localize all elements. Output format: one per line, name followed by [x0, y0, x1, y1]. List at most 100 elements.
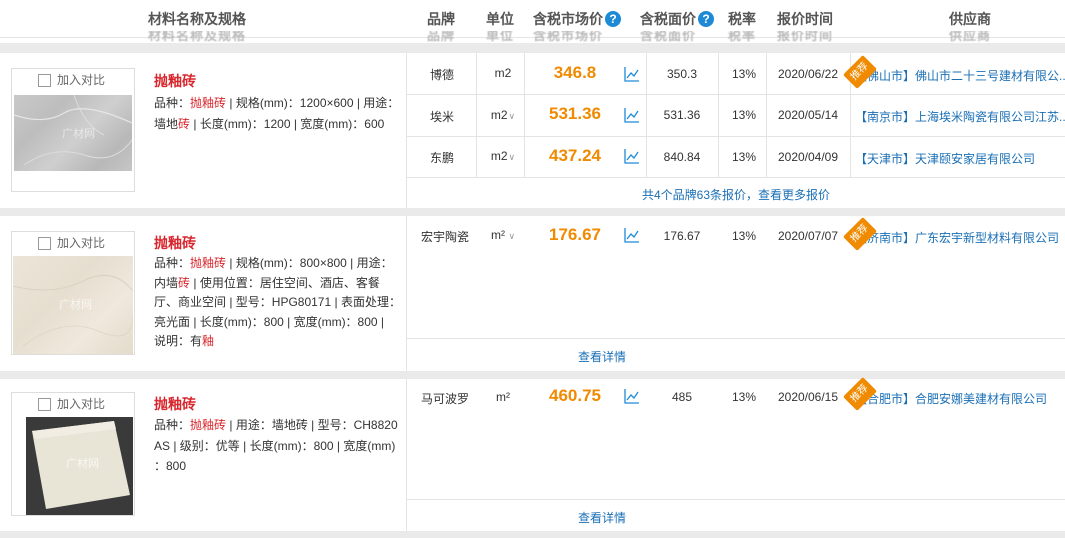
compare-label: 加入对比: [57, 236, 106, 250]
tax-rate: 13%: [731, 229, 757, 243]
compare-checkbox[interactable]: 加入对比: [12, 69, 134, 91]
supplier-link[interactable]: 【佛山市】佛山市二十三号建材有限公...: [855, 67, 1065, 84]
product-desc: 品种：抛釉砖 | 规格(mm)：800×800 | 用途： 内墙砖 | 使用位置…: [154, 256, 401, 349]
market-price: 176.67: [549, 225, 601, 244]
col-divider: [524, 53, 525, 177]
col-divider: [476, 53, 477, 177]
row-line: [407, 338, 1065, 339]
quote-row: 博德 m2 346.8 350.3 13% 2020/06/22 【佛山市】佛山…: [407, 53, 1065, 94]
product-row: 加入对比 广材网 抛釉砖 品种：抛釉砖 | 规格(mm)：800×800 | 用…: [0, 216, 1065, 371]
market-price: 346.8: [553, 63, 597, 82]
unit[interactable]: m2∨: [485, 149, 521, 163]
row-line: [407, 177, 1065, 178]
product-thumb[interactable]: 加入对比 广材网: [11, 392, 135, 516]
unit: m²: [496, 390, 510, 404]
trend-chart-icon[interactable]: [624, 148, 640, 164]
tax-rate: 13%: [731, 67, 757, 81]
quote-date: 2020/07/07: [777, 229, 839, 243]
col-divider: [646, 53, 647, 177]
quote-date: 2020/04/09: [777, 150, 839, 164]
watermark: 广材网: [66, 458, 99, 470]
product-thumb[interactable]: 加入对比 广材网: [11, 231, 135, 355]
compare-checkbox[interactable]: 加入对比: [12, 232, 134, 254]
view-details-link[interactable]: 查看详情: [407, 509, 797, 526]
brand[interactable]: 东鹏: [407, 149, 477, 166]
more-quotes-link[interactable]: 共4个品牌63条报价，查看更多报价: [407, 186, 1065, 203]
row-separator: [0, 531, 1065, 538]
product-thumb[interactable]: 加入对比 广材网: [11, 68, 135, 192]
sticky-header-shadow: 材料名称及规格 品牌 单位 含税市场价 含税面价 税率 报价时间 供应商: [0, 31, 1065, 43]
col-divider: [718, 53, 719, 177]
supplier-link[interactable]: 【济南市】广东宏宇新型材料有限公司: [855, 229, 1065, 246]
help-icon[interactable]: ?: [698, 10, 714, 27]
trend-chart-icon[interactable]: [624, 66, 640, 82]
quote-row: 马可波罗 m² 460.75 485 13% 2020/06/15 【合肥市】合…: [407, 379, 1065, 419]
product-title[interactable]: 抛釉砖: [154, 394, 196, 414]
ghost-time: 报价时间: [777, 31, 834, 43]
supplier-link[interactable]: 【天津市】天津颐安家居有限公司: [855, 150, 1065, 167]
quote-row: 埃米 m2∨ 531.36 531.36 13% 2020/05/14 【南京市…: [407, 95, 1065, 136]
face-price: 485: [671, 390, 693, 404]
ghost-face: 含税面价: [640, 31, 697, 43]
brand[interactable]: 埃米: [407, 108, 477, 125]
chevron-down-icon: ∨: [508, 111, 516, 121]
row-line: [407, 499, 1065, 500]
chevron-down-icon: ∨: [508, 152, 516, 162]
row-separator: [0, 208, 1065, 216]
checkbox-icon[interactable]: [38, 398, 51, 411]
market-price: 460.75: [549, 386, 601, 405]
trend-chart-icon[interactable]: [624, 388, 640, 404]
tax-rate: 13%: [731, 108, 757, 122]
product-row: 加入对比 广材网 抛釉砖 品种：抛釉砖 | 用途：墙地砖 | 型号：CH8820…: [0, 379, 1065, 531]
quote-date: 2020/06/15: [777, 390, 839, 404]
chevron-down-icon: ∨: [505, 231, 516, 241]
market-price: 531.36: [549, 104, 601, 123]
quote-date: 2020/05/14: [777, 108, 839, 122]
face-price: 350.3: [666, 67, 698, 81]
product-desc: 品种：抛釉砖 | 用途：墙地砖 | 型号：CH8820 AS | 级别：优等 |…: [154, 418, 398, 473]
supplier-link[interactable]: 【合肥市】合肥安娜美建材有限公司: [855, 390, 1065, 407]
face-price: 840.84: [663, 150, 701, 164]
product-image[interactable]: 广材网: [14, 95, 132, 171]
product-title[interactable]: 抛釉砖: [154, 71, 196, 91]
product-image[interactable]: 广材网: [26, 417, 133, 515]
row-separator: [0, 43, 1065, 53]
help-icon[interactable]: ?: [605, 10, 621, 27]
unit: m2: [494, 66, 512, 80]
product-desc: 品种：抛釉砖 | 规格(mm)：1200×600 | 用途： 墙地砖 | 长度(…: [154, 96, 400, 131]
unit[interactable]: m2∨: [485, 108, 521, 122]
watermark: 广材网: [62, 128, 95, 140]
brand[interactable]: 博德: [407, 66, 477, 83]
view-details-link[interactable]: 查看详情: [407, 348, 797, 365]
quote-date: 2020/06/22: [777, 67, 839, 81]
unit[interactable]: m² ∨: [485, 228, 521, 242]
product-title[interactable]: 抛釉砖: [154, 233, 196, 253]
col-divider: [766, 53, 767, 177]
compare-checkbox[interactable]: 加入对比: [12, 393, 134, 415]
brand[interactable]: 宏宇陶瓷: [407, 228, 483, 245]
ghost-unit: 单位: [486, 31, 515, 43]
ghost-tax: 税率: [728, 31, 757, 43]
product-image[interactable]: 广材网: [13, 256, 133, 354]
tax-rate: 13%: [731, 390, 757, 404]
ghost-market: 含税市场价: [533, 31, 604, 43]
product-row: 加入对比 广材网 抛釉砖 品种：抛釉砖 | 规格(mm)：1200×600 | …: [0, 53, 1065, 208]
compare-label: 加入对比: [57, 397, 106, 411]
quote-row: 宏宇陶瓷 m² ∨ 176.67 176.67 13% 2020/07/07 【…: [407, 216, 1065, 256]
brand[interactable]: 马可波罗: [407, 390, 483, 407]
ghost-name: 材料名称及规格: [148, 31, 247, 43]
checkbox-icon[interactable]: [38, 237, 51, 250]
quote-row: 东鹏 m2∨ 437.24 840.84 13% 2020/04/09 【天津市…: [407, 137, 1065, 177]
face-price: 176.67: [663, 229, 701, 243]
supplier-link[interactable]: 【南京市】上海埃米陶瓷有限公司江苏...: [855, 108, 1065, 125]
trend-chart-icon[interactable]: [624, 107, 640, 123]
ghost-brand: 品牌: [427, 31, 456, 43]
face-price: 531.36: [663, 108, 701, 122]
market-price: 437.24: [549, 146, 601, 165]
watermark: 广材网: [59, 299, 92, 311]
trend-chart-icon[interactable]: [624, 227, 640, 243]
ghost-supplier: 供应商: [949, 31, 992, 43]
tax-rate: 13%: [731, 150, 757, 164]
checkbox-icon[interactable]: [38, 74, 51, 87]
compare-label: 加入对比: [57, 73, 106, 87]
